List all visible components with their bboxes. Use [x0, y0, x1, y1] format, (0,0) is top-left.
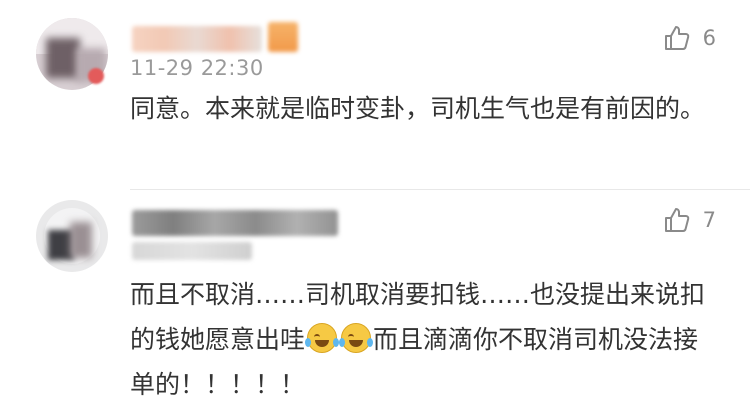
like-count: 6	[702, 26, 716, 50]
avatar[interactable]	[36, 200, 108, 272]
comment-text: 同意。本来就是临时变卦，司机生气也是有前因的。	[130, 94, 706, 123]
thumbs-up-icon	[664, 208, 689, 232]
like-count: 7	[702, 208, 716, 232]
crying-laughing-emoji-icon	[305, 323, 340, 353]
username-blurred[interactable]	[132, 210, 338, 236]
like-button[interactable]: 7	[663, 206, 716, 234]
crying-laughing-emoji-icon	[339, 323, 374, 353]
comment-time-blurred	[132, 242, 252, 260]
thumbs-up-icon	[664, 26, 689, 50]
like-button[interactable]: 6	[663, 24, 716, 52]
comment-item[interactable]: 7 而且不取消……司机取消要扣钱……也没提出来说扣的钱她愿意出哇 而且滴滴你不取消…	[0, 190, 750, 414]
comment-text: 而且不取消……司机取消要扣钱……也没提出来说扣的钱她愿意出哇 而且滴滴你不取消司机…	[130, 272, 720, 407]
status-dot	[88, 68, 104, 84]
comment-item[interactable]: 11-29 22:30 6 同意。本来就是临时变卦，司机生气也是有前因的。	[0, 0, 750, 190]
username-blurred[interactable]	[132, 26, 262, 52]
comment-time: 11-29 22:30	[130, 56, 264, 80]
user-badge	[268, 22, 298, 52]
